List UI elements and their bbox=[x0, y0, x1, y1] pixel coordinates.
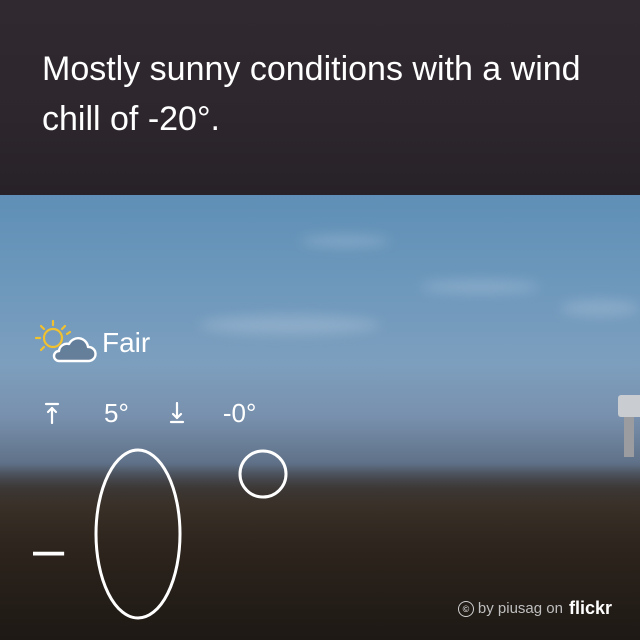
current-condition: Fair bbox=[28, 318, 150, 368]
creative-commons-icon: © bbox=[457, 600, 474, 617]
condition-label: Fair bbox=[102, 327, 151, 358]
water-tower bbox=[618, 395, 640, 457]
cloud bbox=[560, 300, 640, 316]
weather-card: Mostly sunny conditions with a wind chil… bbox=[0, 0, 640, 640]
degree-symbol bbox=[238, 449, 288, 499]
cloud bbox=[200, 315, 380, 335]
high-temperature: 5° bbox=[104, 397, 129, 428]
flickr-logo[interactable]: flickr bbox=[569, 598, 612, 619]
photo-credit[interactable]: © by piusag on flickr bbox=[457, 598, 612, 619]
low-temperature: -0° bbox=[222, 397, 257, 428]
partly-sunny-icon bbox=[34, 319, 97, 363]
cloud bbox=[300, 235, 390, 247]
cloud bbox=[420, 280, 540, 294]
summary-header: Mostly sunny conditions with a wind chil… bbox=[0, 0, 640, 195]
current-temperature: – bbox=[33, 448, 288, 620]
arrow-down-icon bbox=[169, 402, 184, 424]
temperature-digit-zero bbox=[94, 448, 182, 620]
temperature-sign: – bbox=[33, 517, 65, 580]
high-low-row: 5° -0° bbox=[44, 395, 256, 431]
arrow-up-icon bbox=[44, 402, 60, 424]
weather-summary-text: Mostly sunny conditions with a wind chil… bbox=[42, 50, 581, 138]
photo-credit-author: by piusag on bbox=[477, 600, 563, 617]
